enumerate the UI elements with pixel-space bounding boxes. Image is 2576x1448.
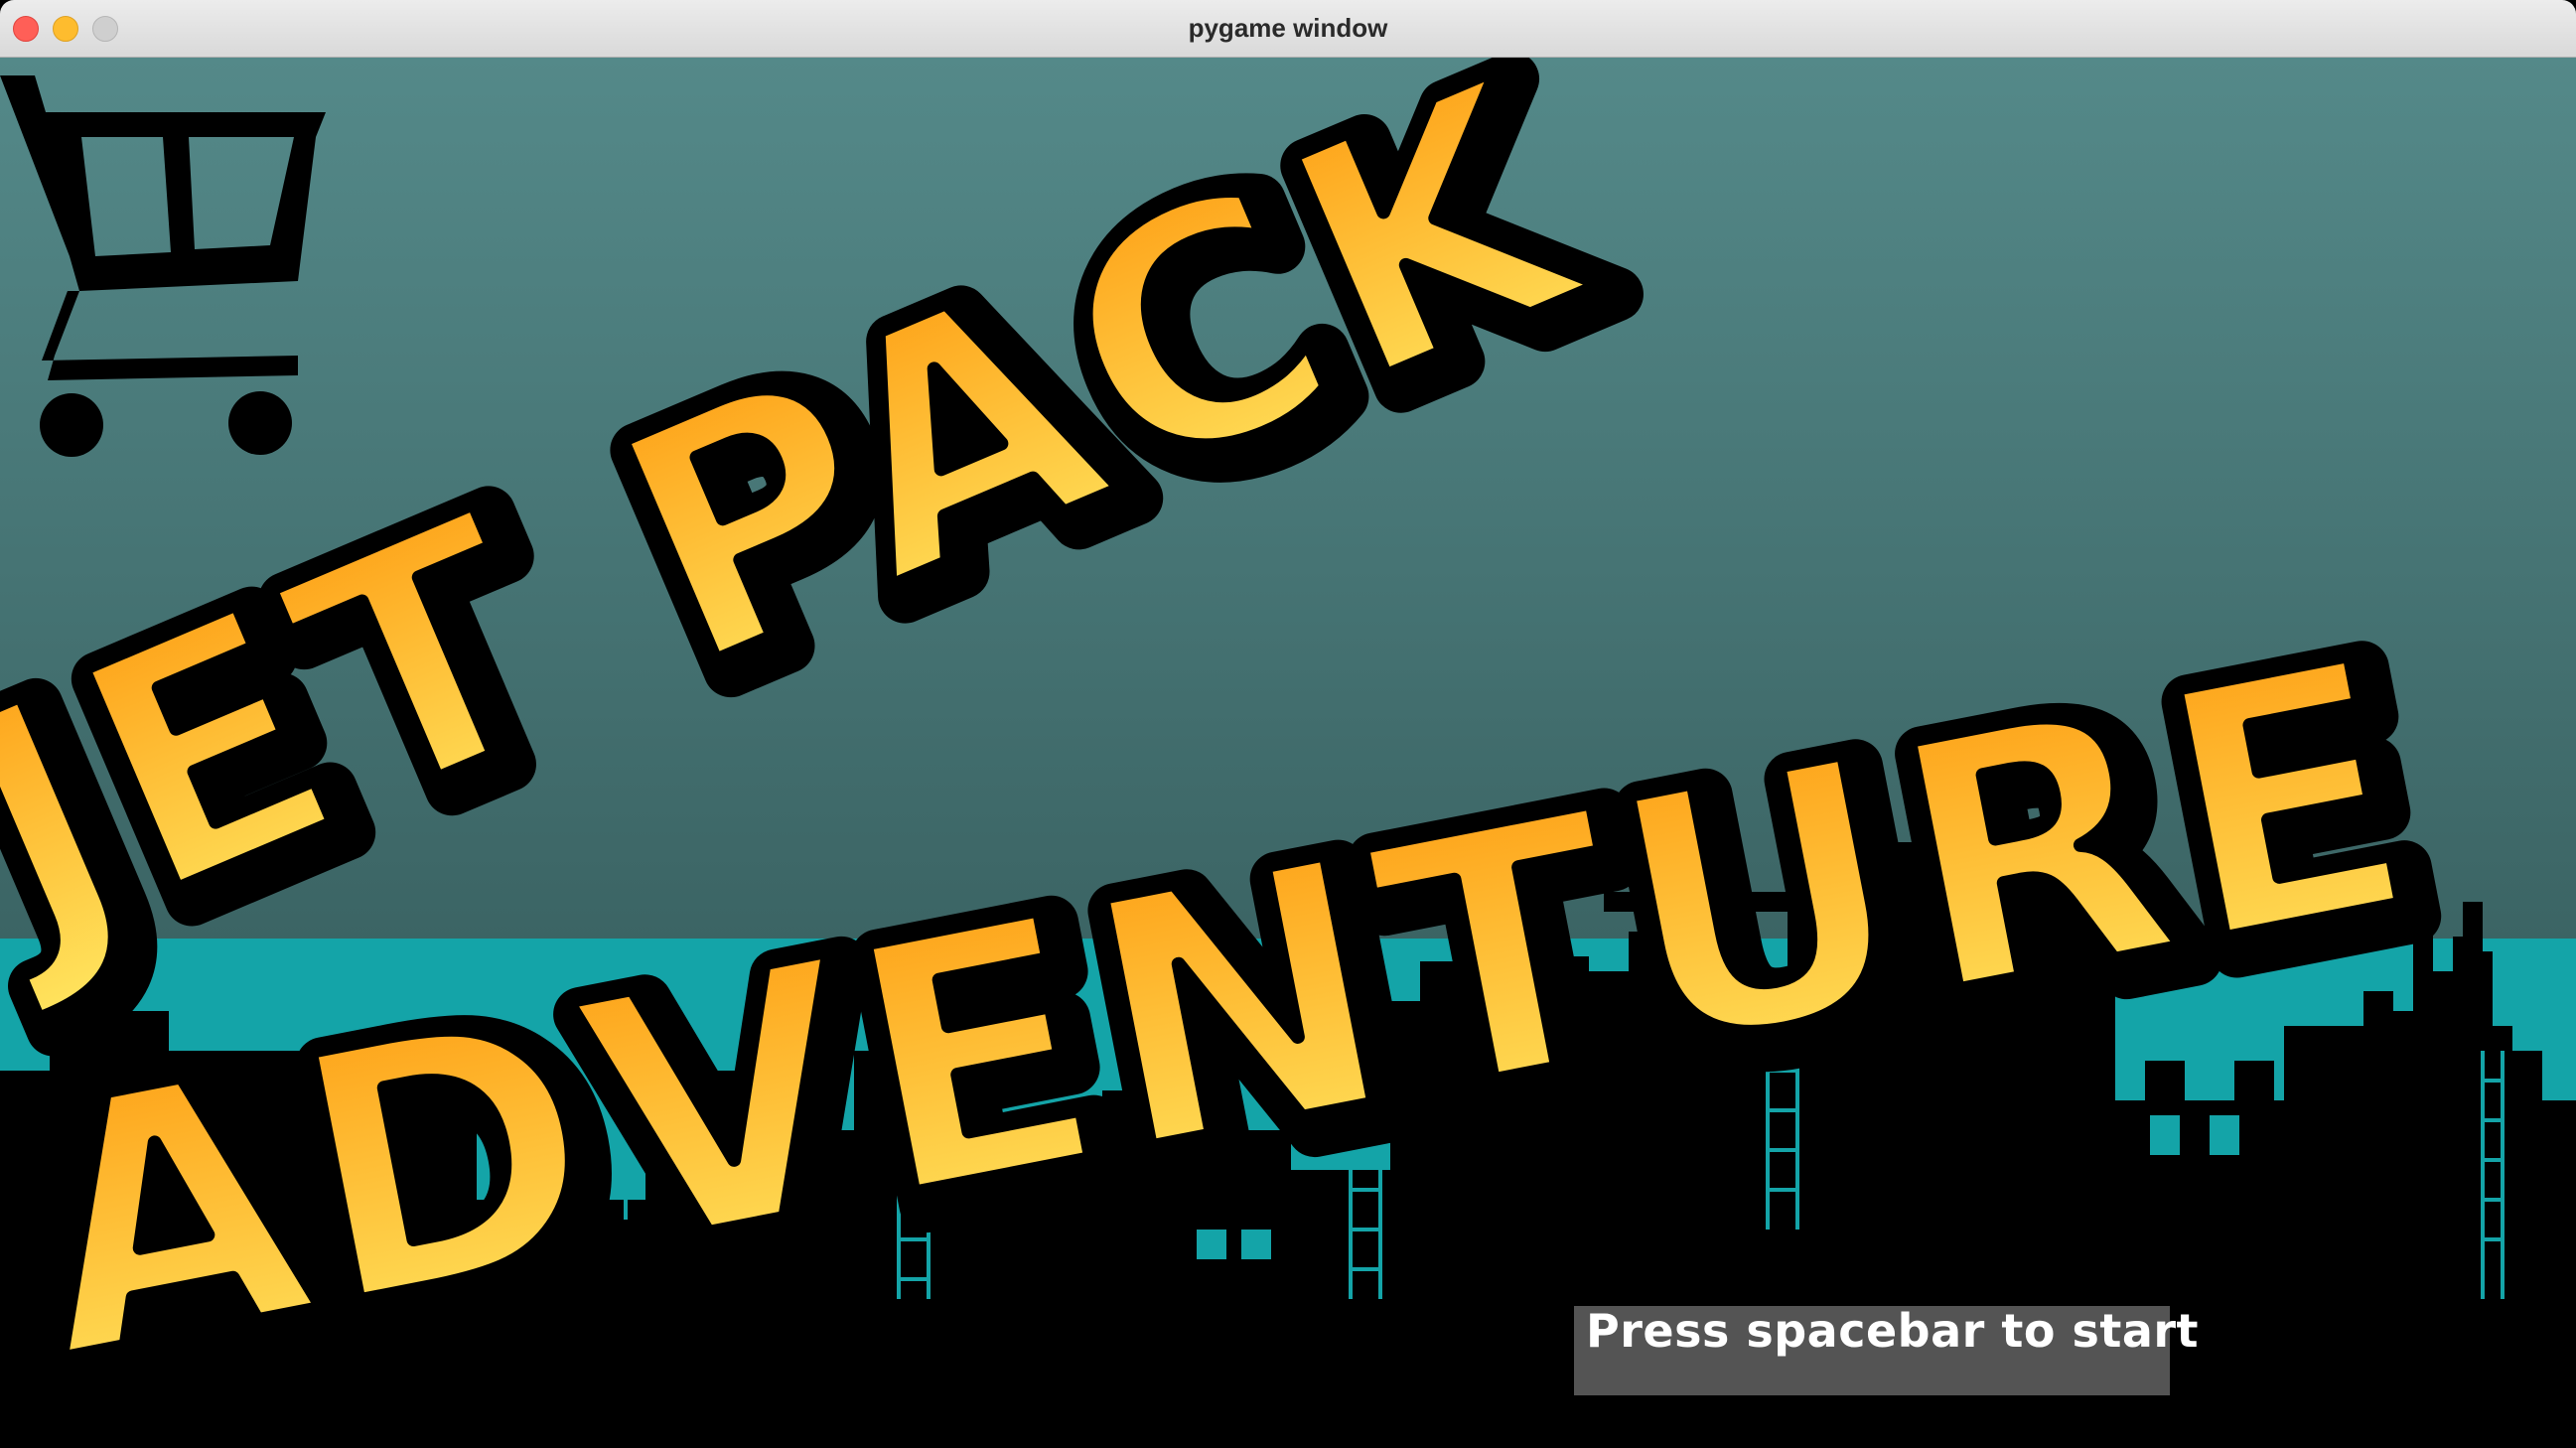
window-title: pygame window	[1188, 13, 1388, 43]
game-window: pygame window JET PACK JET PACK ADVENTUR…	[0, 0, 2576, 1448]
start-prompt-text: Press spacebar to start	[1586, 1304, 2200, 1358]
game-canvas[interactable]: JET PACK JET PACK ADVENTURE ADVENTURE Pr…	[0, 58, 2576, 1448]
title-screen-art: JET PACK JET PACK ADVENTURE ADVENTURE	[0, 58, 2576, 1448]
window-titlebar[interactable]: pygame window	[0, 0, 2576, 58]
start-prompt-box: Press spacebar to start	[1574, 1304, 2199, 1395]
